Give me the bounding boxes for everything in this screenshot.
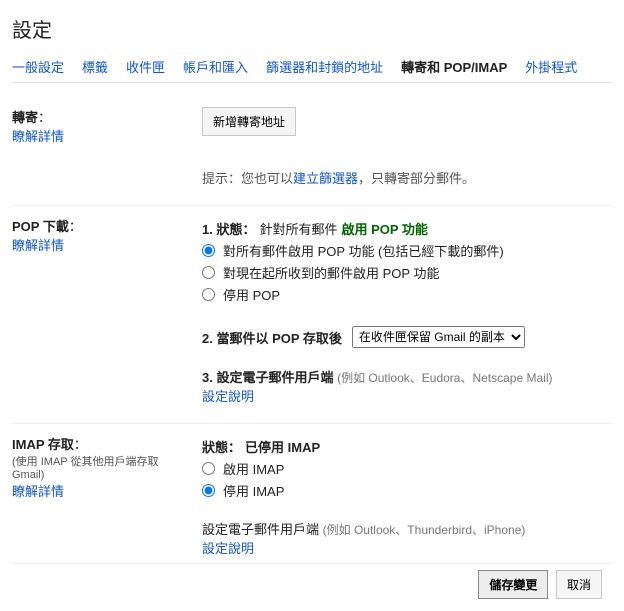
pop-when-label: 2. 當郵件以 POP 存取後 bbox=[202, 328, 342, 347]
hint-prefix: 提示：您也可以 bbox=[202, 171, 293, 186]
pop-setup-instructions-link[interactable]: 設定說明 bbox=[202, 389, 254, 404]
tab-inbox[interactable]: 收件匣 bbox=[126, 57, 165, 76]
forwarding-learn-more-link[interactable]: 瞭解詳情 bbox=[12, 129, 64, 144]
pop-enable-now-radio[interactable] bbox=[202, 266, 215, 279]
page-title: 設定 bbox=[12, 14, 612, 43]
imap-enable-radio[interactable] bbox=[202, 462, 215, 475]
pop-when-select[interactable]: 在收件匣保留 Gmail 的副本 bbox=[352, 326, 525, 348]
pop-disable-radio[interactable] bbox=[202, 288, 215, 301]
cancel-button[interactable]: 取消 bbox=[556, 570, 602, 599]
hint-suffix: ，只轉寄部分郵件。 bbox=[358, 171, 475, 186]
tab-forwarding-pop-imap[interactable]: 轉寄和 POP/IMAP bbox=[401, 57, 507, 76]
imap-client-label: 設定電子郵件用戶端 bbox=[202, 522, 323, 537]
imap-title: IMAP 存取 bbox=[12, 437, 74, 452]
tab-general[interactable]: 一般設定 bbox=[12, 57, 64, 76]
pop-download-section: POP 下載： 瞭解詳情 1. 狀態： 針對所有郵件啟用 POP 功能 對所有郵… bbox=[12, 206, 612, 424]
imap-access-section: IMAP 存取： (使用 IMAP 從其他用戶端存取 Gmail) 瞭解詳情 狀… bbox=[12, 424, 612, 563]
tab-filters[interactable]: 篩選器和封鎖的地址 bbox=[266, 57, 383, 76]
save-changes-button[interactable]: 儲存變更 bbox=[478, 570, 548, 599]
colon: ： bbox=[69, 219, 82, 234]
tab-accounts[interactable]: 帳戶和匯入 bbox=[183, 57, 248, 76]
pop-status-label: 1. 狀態： bbox=[202, 219, 255, 238]
pop-disable-label[interactable]: 停用 POP bbox=[223, 285, 280, 304]
tab-addons[interactable]: 外掛程式 bbox=[525, 57, 577, 76]
settings-tabs: 一般設定 標籤 收件匣 帳戶和匯入 篩選器和封鎖的地址 轉寄和 POP/IMAP… bbox=[12, 57, 612, 83]
imap-enable-label[interactable]: 啟用 IMAP bbox=[223, 459, 284, 478]
imap-subtitle: (使用 IMAP 從其他用戶端存取 Gmail) bbox=[12, 453, 192, 481]
pop-learn-more-link[interactable]: 瞭解詳情 bbox=[12, 238, 64, 253]
imap-status-label: 狀態： bbox=[202, 437, 241, 456]
forwarding-title: 轉寄 bbox=[12, 110, 38, 125]
create-filter-link[interactable]: 建立篩選器 bbox=[293, 171, 358, 186]
pop-client-examples: (例如 Outlook、Eudora、Netscape Mail) bbox=[337, 371, 552, 385]
pop-client-label: 3. 設定電子郵件用戶端 bbox=[202, 370, 337, 385]
forwarding-hint: 提示：您也可以建立篩選器，只轉寄部分郵件。 bbox=[202, 168, 612, 187]
forwarding-section: 轉寄： 瞭解詳情 新增轉寄地址 提示：您也可以建立篩選器，只轉寄部分郵件。 bbox=[12, 97, 612, 206]
colon: ： bbox=[74, 437, 87, 452]
pop-enable-all-radio[interactable] bbox=[202, 244, 215, 257]
imap-setup-instructions-link[interactable]: 設定說明 bbox=[202, 541, 254, 556]
colon: ： bbox=[38, 110, 51, 125]
imap-disable-radio[interactable] bbox=[202, 484, 215, 497]
imap-disable-label[interactable]: 停用 IMAP bbox=[223, 481, 284, 500]
pop-title: POP 下載 bbox=[12, 219, 69, 234]
imap-client-examples: (例如 Outlook、Thunderbird、iPhone) bbox=[323, 523, 526, 537]
imap-learn-more-link[interactable]: 瞭解詳情 bbox=[12, 484, 64, 499]
tab-labels[interactable]: 標籤 bbox=[82, 57, 108, 76]
pop-enable-now-label[interactable]: 對現在起所收到的郵件啟用 POP 功能 bbox=[223, 263, 439, 282]
pop-enable-all-label[interactable]: 對所有郵件啟用 POP 功能 (包括已經下載的郵件) bbox=[223, 241, 504, 260]
pop-status-enabled: 啟用 POP 功能 bbox=[341, 219, 427, 238]
pop-status-prefix: 針對所有郵件 bbox=[259, 219, 337, 238]
footer-buttons: 儲存變更 取消 bbox=[12, 563, 612, 603]
imap-status-value: 已停用 IMAP bbox=[245, 437, 320, 456]
add-forwarding-address-button[interactable]: 新增轉寄地址 bbox=[202, 107, 296, 136]
